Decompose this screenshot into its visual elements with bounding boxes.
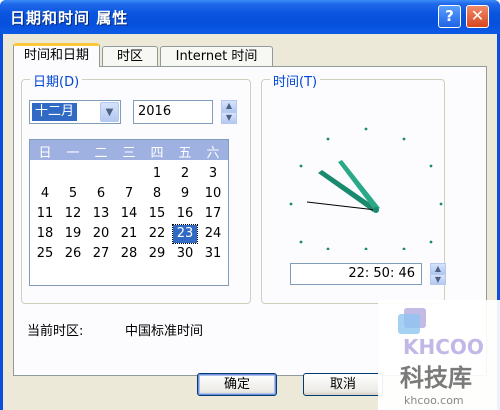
help-icon[interactable]: ? [438,5,461,28]
tab-date-time[interactable]: 时间和日期 [13,43,100,67]
calendar-day[interactable]: 20 [89,225,113,243]
ok-button[interactable]: 确定 [197,373,277,396]
weekday-label: 四 [150,146,164,161]
window-title: 日期和时间 属性 [10,9,129,27]
calendar-day[interactable]: 27 [89,245,113,263]
calendar-day[interactable]: 17 [201,205,225,223]
calendar-day[interactable]: 1 [145,165,169,183]
calendar-day[interactable]: 13 [89,205,113,223]
calendar-day[interactable]: 11 [33,205,57,223]
calendar-weekday-header: 日 一 二 三 四 五 六 [30,140,228,161]
calendar-day[interactable]: 7 [117,185,141,203]
calendar-day[interactable]: 12 [61,205,85,223]
analog-clock [289,127,443,250]
close-icon[interactable]: ✕ [466,5,489,28]
year-spin-down-icon[interactable]: ▼ [221,112,237,124]
calendar-day[interactable]: 26 [61,245,85,263]
weekday-label: 一 [66,146,80,161]
weekday-label: 五 [178,146,192,161]
title-bar[interactable]: 日期和时间 属性 ? ✕ [0,0,500,34]
weekday-label: 日 [38,146,52,161]
calendar-day-selected[interactable]: 23 [172,224,198,244]
month-select[interactable]: 十二月 ▼ [29,100,121,124]
weekday-label: 二 [94,146,108,161]
date-group-title: 日期(D) [30,71,83,90]
cancel-button[interactable]: 取消 [303,373,383,396]
chevron-down-icon[interactable]: ▼ [100,102,119,122]
time-spin-up-icon[interactable]: ▲ [430,263,446,274]
time-spin-down-icon[interactable]: ▼ [430,274,446,285]
watermark-url: khcoo.com [404,394,464,407]
calendar-day[interactable]: 5 [61,185,85,203]
calendar-day[interactable]: 9 [173,185,197,203]
calendar-day[interactable]: 14 [117,205,141,223]
tab-timezone[interactable]: 时区 [102,46,158,67]
weekday-label: 六 [206,146,220,161]
watermark-name: 科技库 [400,364,472,392]
calendar-day[interactable]: 8 [145,185,169,203]
calendar-day[interactable]: 10 [201,185,225,203]
calendar-day[interactable]: 19 [61,225,85,243]
weekday-label: 三 [122,146,136,161]
time-group-title: 时间(T) [270,71,321,90]
calendar-day[interactable]: 28 [117,245,141,263]
calendar-day[interactable]: 4 [33,185,57,203]
year-input[interactable]: 2016 [133,100,213,124]
timezone-label: 当前时区: [27,324,84,339]
calendar-day[interactable]: 30 [173,245,197,263]
calendar-day[interactable]: 24 [201,225,225,243]
calendar-day[interactable]: 2 [173,165,197,183]
calendar-day[interactable]: 21 [117,225,141,243]
calendar-day[interactable]: 3 [201,165,225,183]
tab-internet-time[interactable]: Internet 时间 [160,46,273,67]
calendar-day[interactable]: 15 [145,205,169,223]
timezone-value: 中国标准时间 [125,324,204,339]
calendar-day[interactable]: 25 [33,245,57,263]
calendar-day[interactable]: 22 [145,225,169,243]
clock-hour-markers [289,127,443,250]
calendar-grid: 日 一 二 三 四 五 六 1 2 3 4 5 6 7 8 9 10 11 12… [29,139,229,286]
calendar-day[interactable]: 6 [89,185,113,203]
year-spin-up-icon[interactable]: ▲ [221,100,237,112]
watermark-logo: KHCOO [403,335,484,359]
time-input[interactable]: 22: 50: 46 [290,263,422,285]
clock-center [373,207,379,213]
calendar-day[interactable]: 18 [33,225,57,243]
calendar-day[interactable]: 31 [201,245,225,263]
calendar-day[interactable]: 29 [145,245,169,263]
calendar-day[interactable]: 16 [173,205,197,223]
clock-hour-hand [318,170,377,212]
month-value: 十二月 [32,103,78,121]
watermark: KHCOO 科技库 khcoo.com [378,300,500,410]
